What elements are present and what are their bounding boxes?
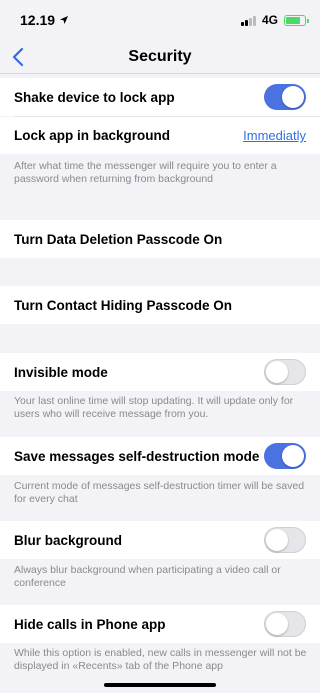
hide-calls-label: Hide calls in Phone app (14, 616, 166, 632)
status-bar: 12.19 4G (0, 0, 320, 40)
lock-in-background-label: Lock app in background (14, 128, 171, 143)
battery-icon (284, 14, 309, 26)
navigation-bar: Security (0, 40, 320, 74)
shake-to-lock-row[interactable]: Shake device to lock app (0, 78, 320, 116)
contact-hiding-passcode-row[interactable]: Turn Contact Hiding Passcode On (0, 286, 320, 324)
invisible-mode-toggle[interactable] (264, 359, 306, 385)
contact-hiding-passcode-label: Turn Contact Hiding Passcode On (14, 297, 233, 313)
blur-background-row[interactable]: Blur background (0, 521, 320, 559)
toggle-knob (266, 529, 288, 551)
toggle-knob (266, 613, 288, 635)
data-deletion-passcode-label: Turn Data Deletion Passcode On (14, 231, 223, 247)
toggle-knob (282, 86, 304, 108)
invisible-mode-note: Your last online time will stop updating… (14, 395, 294, 420)
signal-icon (240, 15, 256, 26)
self-destruction-mode-note: Current mode of messages self-destructio… (14, 480, 305, 505)
blur-background-toggle[interactable] (264, 527, 306, 553)
hide-calls-row[interactable]: Hide calls in Phone app (0, 605, 320, 643)
network-label: 4G (261, 13, 278, 27)
self-destruction-mode-toggle[interactable] (264, 443, 306, 469)
status-time: 12.19 (20, 12, 69, 28)
data-deletion-passcode-row[interactable]: Turn Data Deletion Passcode On (0, 220, 320, 258)
hide-calls-note: While this option is enabled, new calls … (14, 647, 307, 672)
location-arrow-icon (60, 16, 69, 24)
home-indicator[interactable] (104, 683, 216, 687)
status-indicators: 4G (240, 13, 309, 27)
blur-background-note: Always blur background when participatin… (14, 564, 281, 589)
toggle-knob (266, 361, 288, 383)
self-destruction-mode-row[interactable]: Save messages self-destruction mode (0, 437, 320, 475)
lock-timeout-link[interactable]: Immediatly (243, 128, 306, 143)
toggle-knob (282, 445, 304, 467)
self-destruction-mode-label: Save messages self-destruction mode (14, 448, 260, 464)
shake-to-lock-toggle[interactable] (264, 84, 306, 110)
shake-to-lock-label: Shake device to lock app (14, 89, 175, 105)
time-text: 12.19 (20, 12, 56, 28)
lock-in-background-row[interactable]: Lock app in background Immediatly (0, 117, 320, 154)
blur-background-label: Blur background (14, 532, 123, 548)
invisible-mode-row[interactable]: Invisible mode (0, 353, 320, 391)
hide-calls-toggle[interactable] (264, 611, 306, 637)
lock-in-background-note: After what time the messenger will requi… (14, 160, 277, 185)
page-title: Security (128, 48, 192, 65)
invisible-mode-label: Invisible mode (14, 364, 108, 380)
